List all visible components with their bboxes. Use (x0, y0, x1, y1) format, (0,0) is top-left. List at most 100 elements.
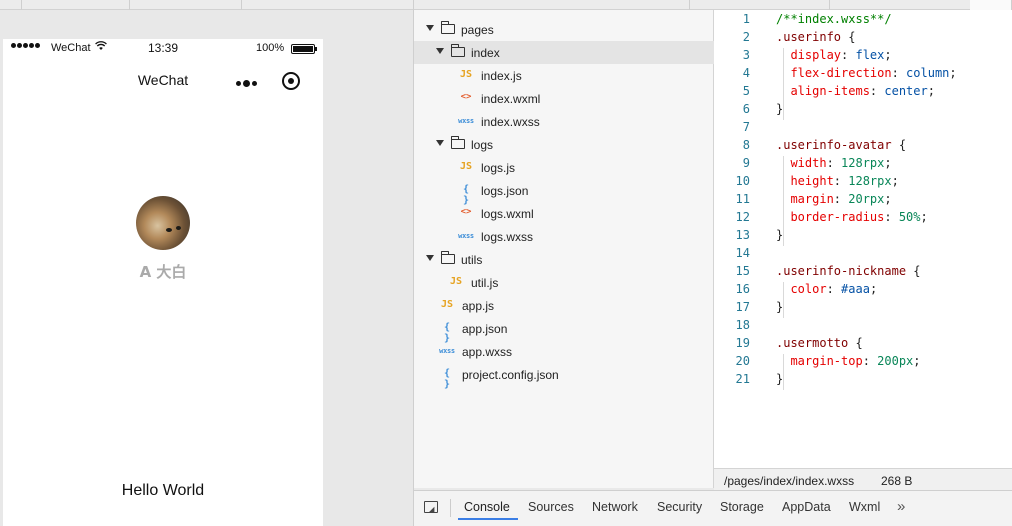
folder-utils[interactable]: utils (414, 248, 714, 271)
active-tab-indicator (458, 518, 518, 520)
code-text: } (776, 228, 783, 242)
code-line[interactable]: 8 .userinfo-avatar { (714, 138, 1012, 156)
code-token: border-radius (776, 210, 885, 224)
chevron-down-icon[interactable] (436, 140, 444, 146)
file-app-json[interactable]: { } app.json (414, 317, 714, 344)
tree-item-label: project.config.json (462, 368, 559, 382)
code-text: height: 128rpx; (776, 174, 898, 188)
code-line[interactable]: 9 width: 128rpx; (714, 156, 1012, 174)
top-toolbar-strip (0, 0, 1012, 10)
tree-item-label: app.wxss (462, 345, 513, 359)
code-token: } (776, 228, 784, 242)
tab-storage[interactable]: Storage (720, 500, 764, 514)
code-line[interactable]: 2 .userinfo { (714, 30, 1012, 48)
toolbar-segment (414, 0, 690, 10)
code-line[interactable]: 20 margin-top: 200px; (714, 354, 1012, 372)
line-number: 4 (742, 66, 750, 80)
code-line[interactable]: 14 (714, 246, 1012, 264)
code-line[interactable]: 11 margin: 20rpx; (714, 192, 1012, 210)
tab-console[interactable]: Console (464, 500, 510, 514)
file-logs-json[interactable]: { } logs.json (414, 179, 714, 206)
file-size: 268 B (881, 474, 913, 488)
code-line[interactable]: 4 flex-direction: column; (714, 66, 1012, 84)
code-text: } (776, 102, 783, 116)
code-line[interactable]: 6} (714, 102, 1012, 120)
wxss-file-icon: wxss (439, 347, 455, 355)
more-menu-icon[interactable] (236, 80, 257, 87)
code-token: #aaa (841, 282, 870, 296)
chevron-down-icon[interactable] (426, 255, 434, 261)
inspect-element-icon[interactable] (424, 501, 438, 513)
file-app-wxss[interactable]: wxss app.wxss (414, 340, 714, 363)
code-token: flex-direction (776, 66, 892, 80)
chevron-down-icon[interactable] (436, 48, 444, 54)
code-token: .usermotto (776, 336, 849, 350)
code-token: flex (855, 48, 885, 62)
code-text: .usermotto { (776, 336, 863, 350)
file-logs-wxss[interactable]: wxss logs.wxss (414, 225, 714, 248)
toolbar-segment (970, 0, 1012, 10)
code-token: margin (776, 192, 834, 206)
tree-item-label: app.js (462, 299, 495, 313)
code-token: align-items (776, 84, 870, 98)
file-index-wxml[interactable]: <> index.wxml (414, 87, 714, 110)
wxss-file-icon: wxss (458, 117, 474, 125)
toolbar-segment (130, 0, 242, 10)
code-line[interactable]: 16 color: #aaa; (714, 282, 1012, 300)
wxss-file-icon: wxss (458, 232, 474, 240)
folder-index[interactable]: index (414, 41, 714, 64)
tab-security[interactable]: Security (657, 500, 702, 514)
code-line[interactable]: 3 display: flex; (714, 48, 1012, 66)
code-text: display: flex; (776, 48, 892, 62)
tab-sources[interactable]: Sources (528, 500, 574, 514)
tab-appdata[interactable]: AppData (782, 500, 831, 514)
more-tabs-icon[interactable]: » (897, 498, 905, 515)
folder-logs[interactable]: logs (414, 133, 714, 156)
code-editor[interactable]: 1/**index.wxss**/2 .userinfo {3 display: … (714, 10, 1012, 468)
code-line[interactable]: 12 border-radius: 50%; (714, 210, 1012, 228)
code-token: /**index.wxss**/ (776, 12, 892, 26)
file-index-js[interactable]: JS index.js (414, 64, 714, 87)
line-number: 13 (735, 228, 750, 242)
code-line[interactable]: 13} (714, 228, 1012, 246)
file-logs-wxml[interactable]: <> logs.wxml (414, 202, 714, 225)
code-line[interactable]: 15 .userinfo-nickname { (714, 264, 1012, 282)
line-number: 15 (735, 264, 750, 278)
code-line[interactable]: 5 align-items: center; (714, 84, 1012, 102)
code-token: width (776, 156, 827, 170)
close-capsule-icon[interactable] (282, 72, 300, 90)
file-index-wxss[interactable]: wxss index.wxss (414, 110, 714, 133)
code-line[interactable]: 10 height: 128rpx; (714, 174, 1012, 192)
chevron-down-icon[interactable] (426, 25, 434, 31)
wxml-file-icon: <> (460, 92, 472, 102)
code-token: height (776, 174, 834, 188)
user-avatar (136, 196, 190, 250)
code-token: .userinfo-avatar (776, 138, 892, 152)
file-project-config-json[interactable]: { } project.config.json (414, 363, 714, 390)
js-file-icon: JS (449, 276, 463, 287)
code-text: /**index.wxss**/ (776, 12, 892, 26)
tab-wxml[interactable]: Wxml (849, 500, 880, 514)
code-token: ; (884, 156, 892, 170)
tab-network[interactable]: Network (592, 500, 638, 514)
file-util-js[interactable]: JS util.js (414, 271, 714, 294)
code-text: margin: 20rpx; (776, 192, 891, 206)
code-token: : (869, 84, 885, 98)
wxml-file-icon: <> (460, 207, 472, 217)
code-token: 200px (877, 354, 914, 368)
folder-pages[interactable]: pages (414, 18, 714, 41)
code-token: 50% (898, 210, 921, 224)
code-line[interactable]: 1 /**index.wxss**/ (714, 12, 1012, 30)
status-bar: WeChat 13:39 100% (3, 39, 323, 59)
code-line[interactable]: 17} (714, 300, 1012, 318)
folder-open-icon (451, 44, 465, 57)
code-line[interactable]: 7 (714, 120, 1012, 138)
file-app-js[interactable]: JS app.js (414, 294, 714, 317)
code-line[interactable]: 19 .usermotto { (714, 336, 1012, 354)
code-line[interactable]: 18 (714, 318, 1012, 336)
code-text: .userinfo-nickname { (776, 264, 921, 278)
line-number: 10 (735, 174, 750, 188)
code-token: ; (884, 48, 892, 62)
file-logs-js[interactable]: JS logs.js (414, 156, 714, 179)
code-line[interactable]: 21} (714, 372, 1012, 390)
